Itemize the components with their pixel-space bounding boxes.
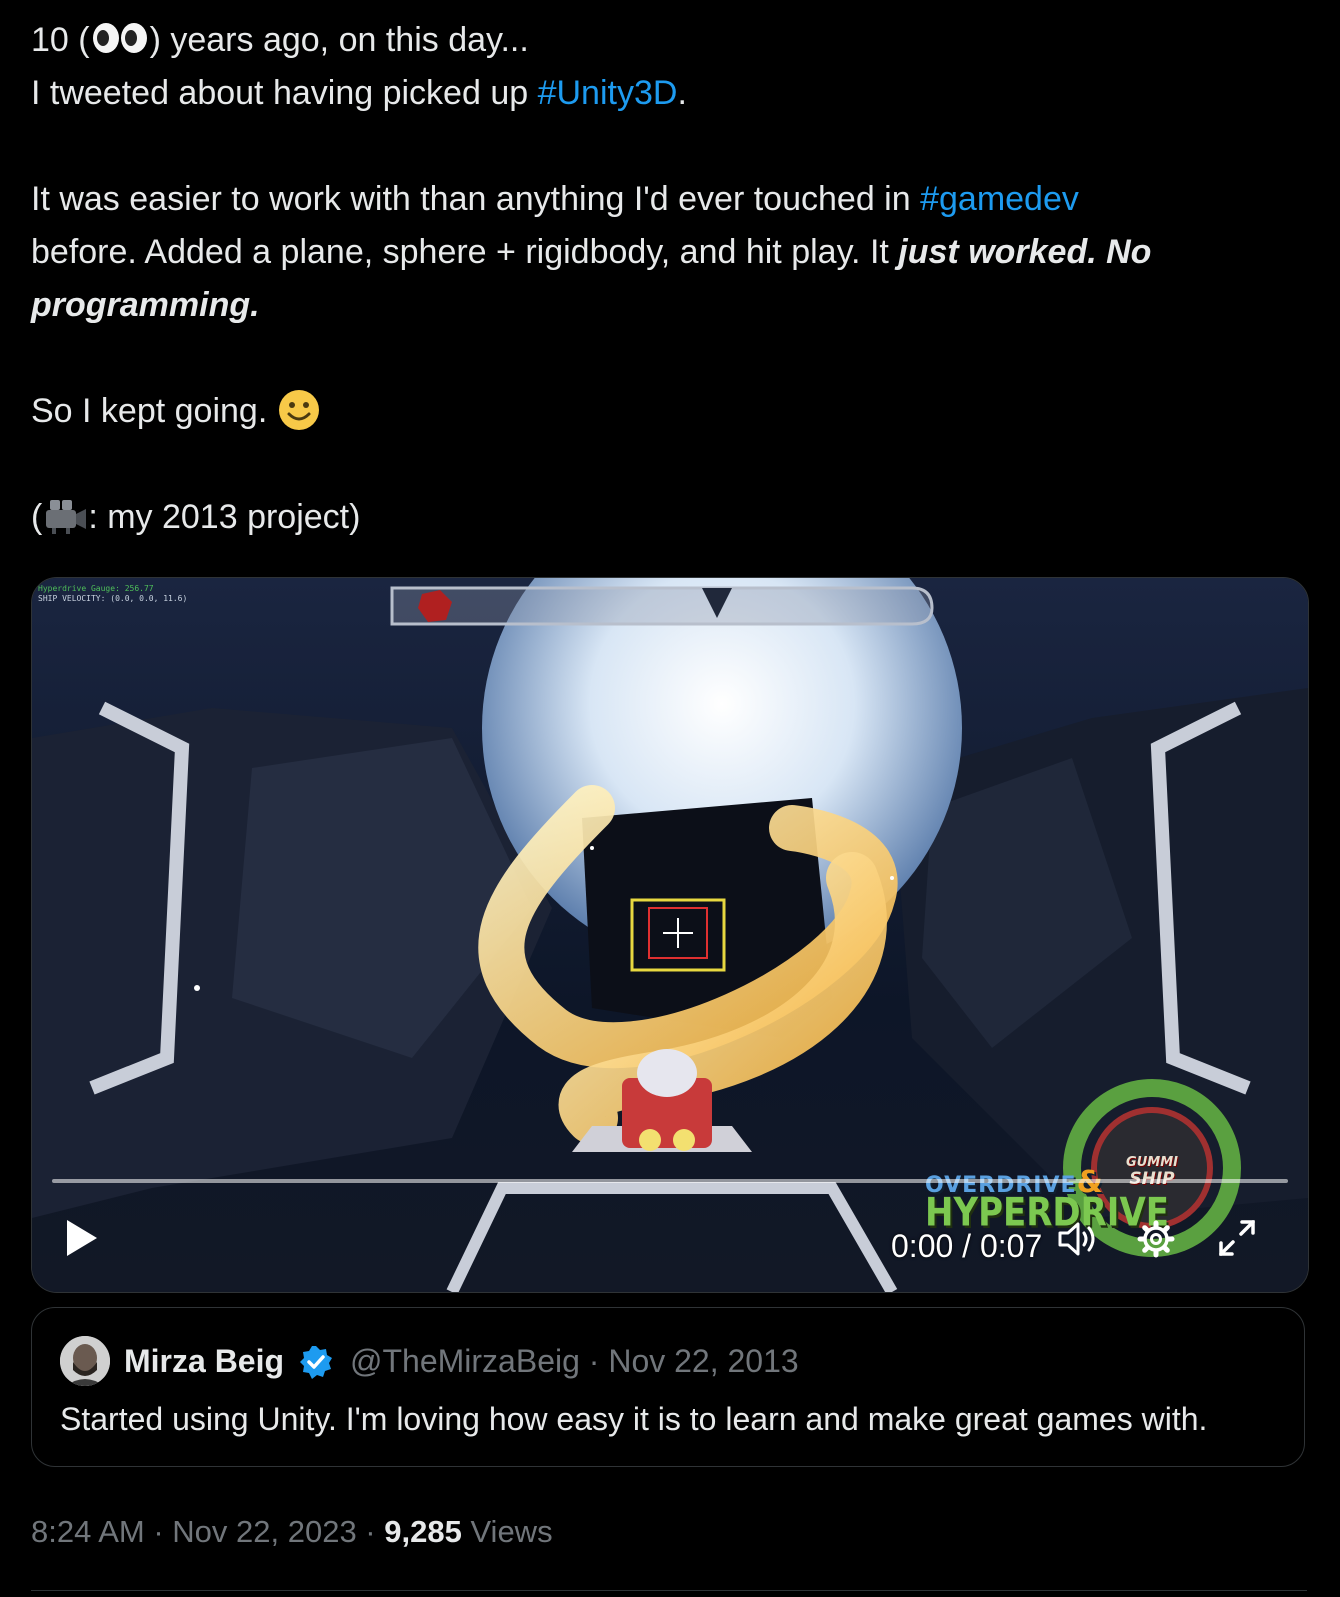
quoted-tweet-text: Started using Unity. I'm loving how easy… <box>60 1401 1208 1437</box>
volume-button[interactable] <box>1056 1220 1102 1263</box>
tweet-text-segment: It was easier to work with than anything… <box>31 180 921 218</box>
tweet-text: 10 ( ) years ago, on this day... I tweete… <box>31 14 1311 544</box>
tweet-text-segment: . <box>677 74 687 112</box>
user-avatar-icon <box>60 1336 110 1386</box>
tweet-timestamp[interactable]: 8:24 AM · Nov 22, 2023 · <box>31 1514 384 1549</box>
video-player[interactable]: Hyperdrive Gauge: 256.77 SHIP VELOCITY: … <box>31 577 1309 1293</box>
tweet-meta: 8:24 AM · Nov 22, 2023 · 9,285 Views <box>31 1514 553 1550</box>
avatar[interactable] <box>60 1336 110 1386</box>
tweet-line-1: 10 ( ) years ago, on this day... <box>31 14 1311 67</box>
smiley-emoji-icon <box>278 390 319 430</box>
play-button[interactable] <box>64 1218 100 1263</box>
video-time: 0:00 / 0:07 <box>891 1228 1043 1264</box>
video-camera-emoji-icon <box>46 500 87 534</box>
quoted-tweet[interactable]: Mirza Beig @TheMirzaBeig · Nov 22, 2013 … <box>31 1307 1305 1467</box>
views-label: Views <box>461 1514 553 1549</box>
tweet-text-segment: ( <box>31 498 43 536</box>
ship-velocity-text: SHIP VELOCITY: (0.0, 0.0, 11.6) <box>38 594 188 603</box>
verified-badge-icon <box>298 1344 334 1385</box>
hashtag-gamedev-link[interactable]: #gamedev <box>920 180 1079 218</box>
tweet-line-3: It was easier to work with than anything… <box>31 173 1311 226</box>
tweet-emphasis: just worked. No <box>898 233 1152 271</box>
video-progress-bar[interactable] <box>52 1179 1288 1183</box>
video-frame <box>32 578 1308 1292</box>
game-logo-gummi-ship: GUMMI SHIP <box>1120 1155 1184 1189</box>
game-hud-readout: Hyperdrive Gauge: 256.77 SHIP VELOCITY: … <box>38 584 187 604</box>
tweet-text-segment: So I kept going. <box>31 392 277 430</box>
tweet-line-5: programming. <box>31 279 1311 332</box>
tweet-line-2: I tweeted about having picked up #Unity3… <box>31 67 1311 120</box>
views-count: 9,285 <box>384 1514 462 1549</box>
quoted-handle-date[interactable]: @TheMirzaBeig · Nov 22, 2013 <box>350 1343 799 1380</box>
tweet-text-segment: I tweeted about having picked up <box>31 74 538 112</box>
divider <box>31 1590 1307 1591</box>
tweet-line-7: ( : my 2013 project) <box>31 491 1311 544</box>
fullscreen-button[interactable] <box>1216 1217 1258 1264</box>
logo-gummi-text: GUMMI <box>1126 1155 1178 1170</box>
tweet-line-4: before. Added a plane, sphere + rigidbod… <box>31 226 1311 279</box>
tweet-text-segment: ) years ago, on this day... <box>149 21 529 59</box>
tweet-text-segment: : my 2013 project) <box>88 498 361 536</box>
play-icon <box>67 1220 97 1256</box>
hashtag-unity3d-link[interactable]: #Unity3D <box>538 74 678 112</box>
settings-button[interactable] <box>1136 1219 1176 1264</box>
tweet-emphasis: programming. <box>31 286 260 324</box>
eyes-emoji-icon <box>92 23 147 53</box>
tweet-text-segment: 10 ( <box>31 21 90 59</box>
fullscreen-icon <box>1219 1220 1255 1256</box>
quoted-author-name[interactable]: Mirza Beig <box>124 1343 284 1380</box>
volume-icon <box>1058 1222 1095 1256</box>
settings-gear-icon <box>1137 1220 1175 1258</box>
hyperdrive-gauge-text: Hyperdrive Gauge: 256.77 <box>38 584 154 593</box>
tweet-line-6: So I kept going. <box>31 385 1311 438</box>
tweet-text-segment: before. Added a plane, sphere + rigidbod… <box>31 233 899 271</box>
